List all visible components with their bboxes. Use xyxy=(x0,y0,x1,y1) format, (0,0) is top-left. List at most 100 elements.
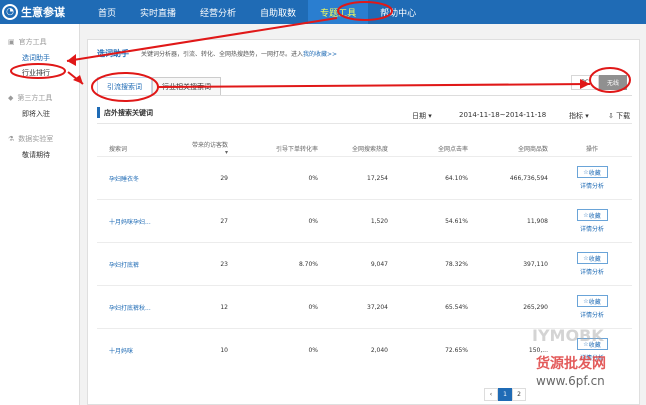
sort-icon: ▾ xyxy=(224,149,228,156)
search-heat: 37,204 xyxy=(322,285,392,329)
tabs-divider xyxy=(97,95,632,96)
search-heat: 9,047 xyxy=(322,242,392,286)
nav-item-special-tools[interactable]: 专题工具 xyxy=(308,0,369,24)
action-box: ☆ 收藏详情分析 xyxy=(576,209,608,233)
collect-button[interactable]: ☆ 收藏 xyxy=(576,209,608,221)
keyword-link[interactable]: 孕妇打底裤 xyxy=(97,242,185,286)
tab-traffic-keywords[interactable]: 引流搜索词 xyxy=(97,77,152,95)
flask-icon: ⚗ xyxy=(8,135,15,143)
collect-button-label: 收藏 xyxy=(588,212,601,220)
metric-select[interactable]: 指标 ▾ xyxy=(569,111,589,121)
row-actions: ☆ 收藏详情分析 xyxy=(552,156,632,200)
column-header-visitors-label: 带来的访客数 xyxy=(191,142,228,149)
conversion-rate: 0% xyxy=(232,285,322,329)
row-actions: ☆ 收藏详情分析 xyxy=(552,242,632,286)
sidebar-item-stay-tuned[interactable]: 敬请期待 xyxy=(0,147,79,162)
click-rate: 64.10% xyxy=(392,156,472,200)
page-title: 选词助手 xyxy=(97,49,129,58)
table-row: 孕妇打底裤秋... 12 0% 37,204 65.54% 265,290 ☆ 收… xyxy=(97,285,632,329)
description-text: 关键词分析器，引流、转化、全网热搜趋势，一网打尽。进入 xyxy=(141,51,304,58)
nav-item-self-data[interactable]: 自助取数 xyxy=(248,0,308,24)
collect-button-label: 收藏 xyxy=(588,169,601,177)
chevron-down-icon: ▾ xyxy=(585,112,589,120)
main-navigation: 首页 实时直播 经营分析 自助取数 专题工具 帮助中心 xyxy=(86,0,428,24)
collect-button[interactable]: ☆ 收藏 xyxy=(576,295,608,307)
column-header-conversion-rate[interactable]: 引导下单转化率 xyxy=(232,140,322,157)
date-range-picker[interactable]: 2014-11-18~2014-11-18 xyxy=(459,111,546,119)
table-toolbar: 店外搜索关键词 日期 ▾ 2014-11-18~2014-11-18 指标 ▾ … xyxy=(97,107,632,123)
sidebar-section-official-tools: ▣ 官方工具 xyxy=(0,34,79,50)
sidebar-section-data-lab: ⚗ 数据实验室 xyxy=(0,131,79,147)
keyword-link[interactable]: 孕妇打底裤秋... xyxy=(97,285,185,329)
detail-analysis-link[interactable]: 详情分析 xyxy=(580,310,604,319)
brand-logo[interactable]: ◔ 生意参谋 xyxy=(2,2,86,22)
product-count: 265,290 xyxy=(472,285,552,329)
download-label: 下载 xyxy=(616,112,631,120)
logo-icon: ◔ xyxy=(2,4,18,20)
nav-item-help-center[interactable]: 帮助中心 xyxy=(368,0,428,24)
cube-icon: ◆ xyxy=(8,94,14,102)
table-row: 孕妇打底裤 23 8.70% 9,047 78.32% 397,110 ☆ 收藏详… xyxy=(97,242,632,286)
sidebar-item-industry-rank[interactable]: 行业排行 xyxy=(0,65,79,80)
sidebar-section-title: 第三方工具 xyxy=(17,94,53,102)
nav-item-live[interactable]: 实时直播 xyxy=(128,0,188,24)
collect-button[interactable]: ☆ 收藏 xyxy=(576,252,608,264)
visitor-count: 23 xyxy=(185,242,232,286)
metric-select-label: 指标 xyxy=(569,112,583,120)
conversion-rate: 0% xyxy=(232,199,322,243)
conversion-rate: 8.70% xyxy=(232,242,322,286)
keyword-link[interactable]: 十月妈咪 xyxy=(97,328,185,372)
search-heat: 17,254 xyxy=(322,156,392,200)
page-2-button[interactable]: 2 xyxy=(512,388,526,401)
sidebar-section-title: 数据实验室 xyxy=(18,135,54,143)
conversion-rate: 0% xyxy=(232,156,322,200)
device-wireless-button[interactable]: 无线 xyxy=(599,75,627,90)
section-title-accent xyxy=(97,107,100,118)
column-header-visitors[interactable]: 带来的访客数 ▾ xyxy=(185,140,232,157)
conversion-rate: 0% xyxy=(232,328,322,372)
product-count: 466,736,594 xyxy=(472,156,552,200)
collect-button[interactable]: ☆ 收藏 xyxy=(576,166,608,178)
column-header-actions: 操作 xyxy=(585,145,598,153)
table-row: 孕妇睡衣冬 29 0% 17,254 64.10% 466,736,594 ☆ 收… xyxy=(97,156,632,200)
sidebar-section-title: 官方工具 xyxy=(18,38,47,46)
collect-button-label: 收藏 xyxy=(588,255,601,263)
left-sidebar: ▣ 官方工具 选词助手 行业排行 ◆ 第三方工具 即将入驻 ⚗ 数据实验室 敬请期待 xyxy=(0,24,80,405)
visitor-count: 10 xyxy=(185,328,232,372)
keyword-link[interactable]: 孕妇睡衣冬 xyxy=(97,156,185,200)
detail-analysis-link[interactable]: 详情分析 xyxy=(580,181,604,190)
previous-page-button[interactable]: ‹ xyxy=(484,388,498,401)
sidebar-item-keyword-helper[interactable]: 选词助手 xyxy=(0,50,79,65)
tool-description: 关键词分析器，引流、转化、全网热搜趋势，一网打尽。进入我的收藏>> xyxy=(141,49,337,58)
detail-analysis-link[interactable]: 详情分析 xyxy=(580,224,604,233)
visitor-count: 27 xyxy=(185,199,232,243)
sidebar-item-coming-soon[interactable]: 即将入驻 xyxy=(0,106,79,121)
date-label-text: 日期 xyxy=(412,112,426,120)
keyword-link[interactable]: 十月妈咪孕妇... xyxy=(97,199,185,243)
click-rate: 78.32% xyxy=(392,242,472,286)
column-header-click-rate[interactable]: 全网点击率 xyxy=(392,140,472,157)
watermark-logo: IYMOBK xyxy=(532,326,604,345)
detail-analysis-link[interactable]: 详情分析 xyxy=(580,267,604,276)
section-title-text: 店外搜索关键词 xyxy=(104,108,153,117)
top-navigation-bar: ◔ 生意参谋 首页 实时直播 经营分析 自助取数 专题工具 帮助中心 xyxy=(0,0,646,24)
column-header-keyword[interactable]: 搜索词 xyxy=(97,140,185,157)
column-header-search-heat[interactable]: 全网搜索热度 xyxy=(322,140,392,157)
watermark-url: www.6pf.cn xyxy=(536,374,605,388)
section-title: 店外搜索关键词 xyxy=(97,107,153,118)
device-pc-button[interactable]: PC xyxy=(571,75,599,90)
download-button[interactable]: ⇩ 下载 xyxy=(608,111,630,121)
brand-name: 生意参谋 xyxy=(21,6,65,19)
visitor-count: 12 xyxy=(185,285,232,329)
nav-item-business-analysis[interactable]: 经营分析 xyxy=(188,0,248,24)
column-header-product-count[interactable]: 全网商品数 xyxy=(472,140,552,157)
nav-item-home[interactable]: 首页 xyxy=(86,0,128,24)
page-1-button[interactable]: 1 xyxy=(498,388,512,401)
tab-industry-related-keywords[interactable]: 行业相关搜索词 xyxy=(152,77,221,95)
click-rate: 72.65% xyxy=(392,328,472,372)
watermark-text: 货源批发网 xyxy=(536,356,606,372)
visitor-count: 29 xyxy=(185,156,232,200)
my-favorites-link[interactable]: 我的收藏>> xyxy=(303,51,337,58)
